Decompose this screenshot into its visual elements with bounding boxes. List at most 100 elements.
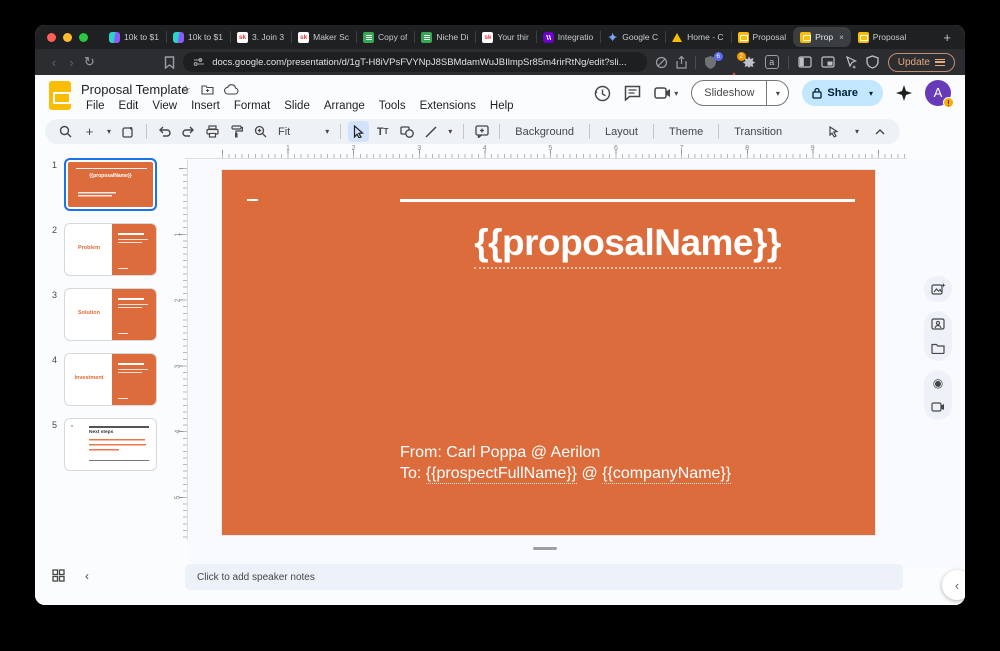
zoom-icon[interactable] [250,121,271,142]
zoom-window-button[interactable] [79,33,88,42]
line-tool-dropdown[interactable]: ▾ [444,121,456,142]
laser-pointer-icon[interactable] [824,121,845,142]
update-browser-button[interactable]: Update [888,53,955,72]
version-history-icon[interactable] [594,85,611,102]
browser-tab[interactable]: 10k to $1 × [166,25,230,49]
browser-tab[interactable]: Proposal × [851,25,914,49]
comment-icon[interactable] [624,85,641,101]
menu-item[interactable]: Edit [112,98,146,114]
move-folder-icon[interactable] [201,84,214,95]
bookmark-icon[interactable] [164,56,175,69]
back-icon[interactable]: ‹ [45,55,63,70]
site-settings-icon[interactable] [193,57,205,67]
browser-tab[interactable]: Prop × [793,27,851,47]
share-page-icon[interactable] [676,56,687,69]
slide-editor[interactable]: {{proposalName}} From: Carl Poppa @ Aeri… [222,170,875,535]
search-menus-icon[interactable] [55,121,76,142]
insert-comment-icon[interactable] [471,121,492,142]
slide-thumbnail[interactable]: Investment [64,353,157,406]
theme-button[interactable]: Theme [661,126,711,138]
picture-in-picture-icon[interactable] [821,56,835,68]
new-slide-icon[interactable]: + [79,121,100,142]
reader-mode-icon[interactable] [655,56,668,69]
background-button[interactable]: Background [507,126,582,138]
forward-icon[interactable]: › [63,55,81,70]
cloud-status-icon[interactable] [224,84,239,95]
undo-icon[interactable] [154,121,175,142]
slide-thumbnail[interactable]: Next steps [64,418,157,471]
collapse-toolbar-icon[interactable] [869,121,890,142]
menu-item[interactable]: Help [483,98,521,114]
line-tool-icon[interactable] [420,121,441,142]
shapes-icon[interactable] [396,121,417,142]
menu-item[interactable]: Insert [184,98,227,114]
speaker-notes-input[interactable]: Click to add speaker notes [185,564,903,590]
menu-item[interactable]: Format [227,98,277,114]
text-box-icon[interactable]: TT [372,121,393,142]
grid-view-icon[interactable] [52,569,65,582]
menu-item[interactable]: File [79,98,112,114]
slide-title-textbox[interactable]: {{proposalName}} [350,222,905,269]
camera-capture-icon[interactable] [930,399,946,415]
url-input[interactable]: docs.google.com/presentation/d/1gT-H8iVP… [183,52,647,72]
privacy-shield-icon[interactable] [866,55,879,69]
slideshow-button[interactable]: Slideshow ▾ [691,80,789,106]
browser-tab[interactable]: Proposal × [731,25,794,49]
redo-icon[interactable] [178,121,199,142]
zoom-fit-dropdown[interactable]: ▾ [321,121,333,142]
browser-tab[interactable]: Maker Sc × [291,25,356,49]
document-title[interactable]: Proposal Template [81,82,188,97]
browser-tab[interactable]: Niche Di × [414,25,475,49]
insert-image-ai-icon[interactable] [930,281,946,297]
slideshow-dropdown[interactable]: ▾ [766,81,788,105]
canvas-scroll-handle[interactable] [533,547,557,550]
star-document-icon[interactable]: ☆ [181,83,191,96]
print-icon[interactable] [202,121,223,142]
select-tool-icon[interactable] [348,121,369,142]
share-button[interactable]: Share ▾ [802,80,883,106]
menu-item[interactable]: View [145,98,184,114]
browser-tab[interactable]: Home - C × [665,25,730,49]
slide-thumbnail[interactable]: Solution [64,288,157,341]
cursor-sparkle-icon[interactable] [844,56,857,69]
image-person-icon[interactable] [930,316,946,332]
slide-fromto-textbox[interactable]: From: Carl Poppa @ Aerilon To: {{prospec… [400,442,731,484]
menu-item[interactable]: Arrange [317,98,372,114]
zoom-fit-select[interactable]: Fit [274,126,294,138]
tab-close-icon[interactable]: × [839,33,844,42]
minimize-window-button[interactable] [63,33,72,42]
browser-tab[interactable]: Your thir × [475,25,535,49]
record-icon[interactable]: ◉ [930,375,946,391]
side-panel-icon[interactable] [798,56,812,68]
menu-item[interactable]: Extensions [413,98,483,114]
reload-icon[interactable]: ↻ [80,54,98,70]
share-dropdown[interactable]: ▾ [863,89,879,98]
gemini-sparkle-icon[interactable] [896,85,912,101]
folder-icon[interactable] [930,340,946,356]
browser-tab[interactable]: 3. Join 3 × [230,25,291,49]
triangle-extension-icon[interactable]: 2 [727,55,742,70]
account-avatar[interactable]: A ! [925,80,951,106]
new-slide-dropdown[interactable]: ▾ [103,121,115,142]
menu-item[interactable]: Slide [277,98,317,114]
meet-camera-button[interactable]: ▾ [654,87,678,99]
collapse-filmstrip-icon[interactable]: ‹ [85,569,89,583]
menu-item[interactable]: Tools [372,98,413,114]
hide-side-panel-button[interactable]: ‹ [942,570,965,600]
browser-tab[interactable]: 10k to $1 × [102,25,166,49]
close-window-button[interactable] [47,33,56,42]
browser-tab[interactable]: Google C × [600,25,665,49]
shield-extension-icon[interactable]: 6 [704,55,719,70]
laser-pointer-dropdown[interactable]: ▾ [851,121,863,142]
slides-logo-icon[interactable] [49,81,71,110]
import-slide-icon[interactable] [118,121,139,142]
boxed-a-extension-icon[interactable]: a [765,55,779,69]
browser-tab[interactable]: Copy of × [356,25,414,49]
transition-button[interactable]: Transition [726,126,790,138]
new-tab-button[interactable]: + [935,30,959,45]
slide-thumbnail[interactable]: {{proposalName}} [64,158,157,211]
layout-button[interactable]: Layout [597,126,646,138]
slide-thumbnail[interactable]: Problem [64,223,157,276]
browser-tab[interactable]: Integratio × [536,25,600,49]
paint-format-icon[interactable] [226,121,247,142]
